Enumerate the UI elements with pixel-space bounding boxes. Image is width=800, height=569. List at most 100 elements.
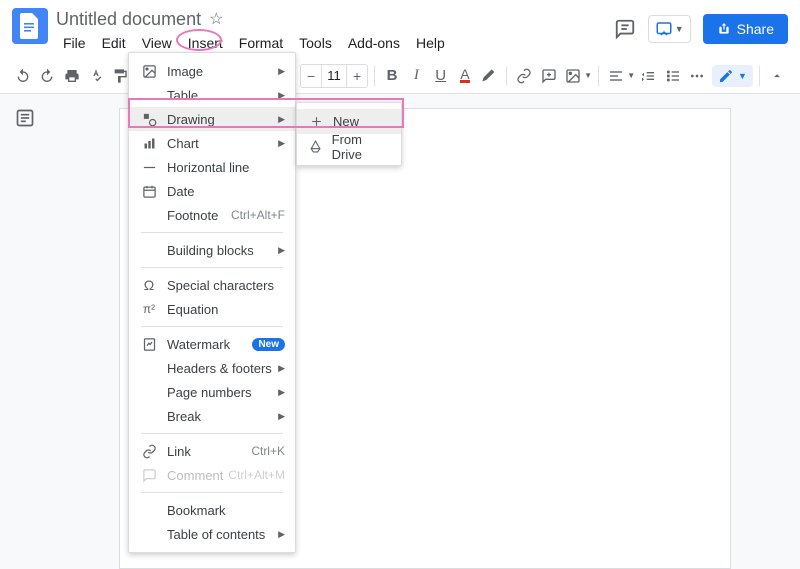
editing-mode-button[interactable]: ▼	[712, 65, 753, 87]
app-header: Untitled document ☆ File Edit View Inser…	[0, 0, 800, 54]
image-dropdown-arrow-icon[interactable]: ▼	[584, 71, 592, 80]
insert-link-label: Link	[167, 444, 251, 459]
submenu-arrow-icon: ▶	[278, 66, 285, 77]
watermark-icon	[139, 337, 159, 352]
undo-icon[interactable]	[12, 63, 34, 89]
insert-bookmark-label: Bookmark	[167, 503, 285, 518]
insert-drawing[interactable]: Drawing ▶	[129, 107, 295, 131]
toolbar: ▼ − 11 + B I U A ▼ ▼ ▼	[0, 58, 800, 94]
insert-table[interactable]: Table ▶	[129, 83, 295, 107]
insert-table-of-contents[interactable]: Table of contents ▶	[129, 522, 295, 546]
insert-menu-dropdown: Image ▶ Table ▶ Drawing ▶ Chart ▶ Horizo…	[128, 52, 296, 553]
insert-image[interactable]: Image ▶	[129, 59, 295, 83]
insert-headers-footers[interactable]: Headers & footers ▶	[129, 356, 295, 380]
new-badge: New	[252, 338, 285, 351]
spellcheck-icon[interactable]	[85, 63, 107, 89]
link-shortcut: Ctrl+K	[251, 444, 285, 458]
insert-table-label: Table	[167, 88, 278, 103]
present-button[interactable]: ▼	[648, 15, 691, 43]
menu-help[interactable]: Help	[409, 32, 452, 54]
chart-icon	[139, 136, 159, 151]
share-label: Share	[737, 21, 774, 37]
title-area: Untitled document ☆ File Edit View Inser…	[56, 8, 614, 54]
align-icon[interactable]	[605, 63, 627, 89]
drawing-from-drive-label: From Drive	[332, 132, 391, 162]
underline-icon[interactable]: U	[429, 63, 451, 89]
left-rail	[0, 94, 50, 569]
drawing-from-drive[interactable]: From Drive	[297, 134, 401, 159]
insert-comment: Comment Ctrl+Alt+M	[129, 463, 295, 487]
insert-horizontal-line[interactable]: Horizontal line	[129, 155, 295, 179]
menubar: File Edit View Insert Format Tools Add-o…	[56, 32, 614, 54]
redo-icon[interactable]	[36, 63, 58, 89]
submenu-arrow-icon: ▶	[278, 245, 285, 256]
open-comments-icon[interactable]	[614, 18, 636, 40]
submenu-arrow-icon: ▶	[278, 529, 285, 540]
document-outline-icon[interactable]	[15, 108, 35, 569]
comment-shortcut: Ctrl+Alt+M	[228, 468, 285, 482]
link-icon	[139, 444, 159, 459]
text-color-icon[interactable]: A	[454, 63, 476, 89]
insert-drawing-label: Drawing	[167, 112, 278, 127]
insert-link-icon[interactable]	[513, 63, 535, 89]
insert-image-toolbar-icon[interactable]	[562, 63, 584, 89]
insert-comment-label: Comment	[167, 468, 228, 483]
italic-icon[interactable]: I	[405, 63, 427, 89]
menu-separator	[141, 267, 283, 268]
insert-special-characters[interactable]: Ω Special characters	[129, 273, 295, 297]
menu-separator	[141, 433, 283, 434]
more-icon[interactable]	[686, 63, 708, 89]
menu-insert[interactable]: Insert	[181, 32, 230, 54]
menu-tools[interactable]: Tools	[292, 32, 339, 54]
collapse-toolbar-icon[interactable]	[766, 63, 788, 89]
menu-edit[interactable]: Edit	[95, 32, 133, 54]
insert-building-blocks[interactable]: Building blocks ▶	[129, 238, 295, 262]
insert-page-numbers[interactable]: Page numbers ▶	[129, 380, 295, 404]
document-title[interactable]: Untitled document	[56, 9, 201, 30]
font-size-decrease[interactable]: −	[301, 68, 321, 84]
menu-file[interactable]: File	[56, 32, 93, 54]
insert-footnote[interactable]: Footnote Ctrl+Alt+F	[129, 203, 295, 227]
insert-toc-label: Table of contents	[167, 527, 278, 542]
date-icon	[139, 184, 159, 199]
insert-date[interactable]: Date	[129, 179, 295, 203]
header-actions: ▼ Share	[614, 8, 788, 44]
add-comment-icon[interactable]	[538, 63, 560, 89]
insert-link[interactable]: Link Ctrl+K	[129, 439, 295, 463]
toolbar-separator	[374, 66, 375, 86]
checklist-icon[interactable]	[661, 63, 683, 89]
plus-icon	[307, 115, 325, 128]
insert-equation[interactable]: π² Equation	[129, 297, 295, 321]
insert-building-blocks-label: Building blocks	[167, 243, 278, 258]
insert-break-label: Break	[167, 409, 278, 424]
menu-view[interactable]: View	[135, 32, 179, 54]
insert-equation-label: Equation	[167, 302, 285, 317]
line-spacing-icon[interactable]	[637, 63, 659, 89]
font-size-increase[interactable]: +	[347, 68, 367, 84]
docs-logo[interactable]	[12, 8, 48, 44]
insert-break[interactable]: Break ▶	[129, 404, 295, 428]
menu-separator	[141, 326, 283, 327]
horizontal-line-icon	[139, 160, 159, 175]
share-button[interactable]: Share	[703, 14, 788, 44]
star-icon[interactable]: ☆	[209, 9, 223, 29]
menu-addons[interactable]: Add-ons	[341, 32, 407, 54]
drawing-new[interactable]: New	[297, 109, 401, 134]
font-size-value[interactable]: 11	[321, 65, 347, 87]
insert-chart[interactable]: Chart ▶	[129, 131, 295, 155]
align-dropdown-arrow-icon[interactable]: ▼	[627, 71, 635, 80]
insert-watermark[interactable]: Watermark New	[129, 332, 295, 356]
image-icon	[139, 64, 159, 79]
menu-format[interactable]: Format	[232, 32, 290, 54]
insert-headers-footers-label: Headers & footers	[167, 361, 278, 376]
drawing-icon	[139, 112, 159, 127]
bold-icon[interactable]: B	[381, 63, 403, 89]
insert-bookmark[interactable]: Bookmark	[129, 498, 295, 522]
special-characters-icon: Ω	[139, 277, 159, 293]
submenu-arrow-icon: ▶	[278, 363, 285, 374]
footnote-shortcut: Ctrl+Alt+F	[231, 208, 285, 222]
submenu-arrow-icon: ▶	[278, 138, 285, 149]
drive-icon	[307, 140, 324, 153]
highlight-color-icon[interactable]	[478, 63, 500, 89]
print-icon[interactable]	[61, 63, 83, 89]
